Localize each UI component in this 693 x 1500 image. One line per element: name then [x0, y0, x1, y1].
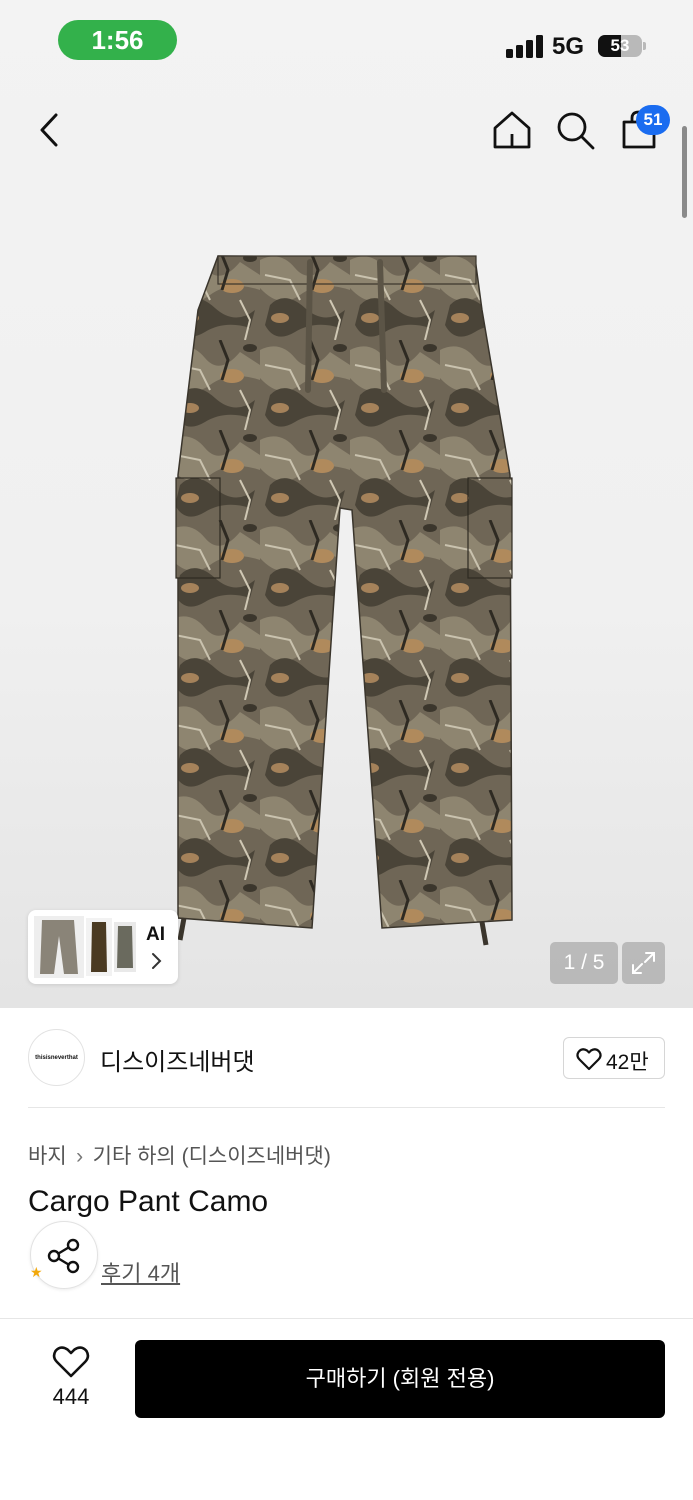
bottom-bar-divider	[0, 1318, 693, 1319]
breadcrumb-subcategory[interactable]: 기타 하의 (디스이즈네버댓)	[93, 1145, 331, 1168]
product-title: Cargo Pant Camo	[28, 1185, 269, 1218]
breadcrumb-category[interactable]: 바지	[28, 1145, 67, 1168]
image-page-counter: 1 / 5	[550, 942, 618, 984]
home-icon[interactable]	[490, 108, 534, 152]
signal-icon	[506, 34, 544, 58]
ai-thumbnails	[34, 916, 138, 978]
brand-like-count: 42만	[606, 1051, 649, 1074]
heart-icon	[576, 1048, 602, 1071]
network-label: 5G	[552, 33, 585, 60]
search-icon[interactable]	[553, 108, 597, 152]
star-icon: ★	[30, 1264, 43, 1280]
chevron-right-icon	[149, 952, 163, 970]
battery-icon: 53	[598, 35, 642, 57]
like-count: 444	[52, 1384, 90, 1409]
ai-recommendation-card[interactable]: AI	[28, 910, 178, 984]
scrollbar[interactable]	[682, 126, 687, 218]
battery-nub	[643, 42, 646, 50]
divider	[28, 1107, 665, 1108]
brand-logo[interactable]: thisisneverthat	[28, 1029, 85, 1086]
brand-name[interactable]: 디스이즈네버댓	[100, 1042, 255, 1077]
chevron-left-icon[interactable]	[30, 110, 70, 150]
buy-button[interactable]: 구매하기 (회원 전용)	[135, 1340, 665, 1418]
ai-label: AI	[146, 924, 165, 945]
brand-like-button[interactable]: 42만	[563, 1037, 665, 1079]
battery-level: 53	[610, 36, 630, 55]
breadcrumb: 바지 › 기타 하의 (디스이즈네버댓)	[28, 1140, 331, 1170]
heart-icon[interactable]	[52, 1345, 90, 1379]
cart-count-badge: 51	[636, 105, 670, 135]
expand-icon[interactable]	[622, 942, 665, 984]
reviews-link[interactable]: 후기 4개	[101, 1256, 180, 1288]
chevron-right-icon: ›	[76, 1145, 84, 1168]
status-bar: 1:56 5G 53	[0, 0, 693, 80]
product-image[interactable]	[170, 250, 520, 950]
status-time: 1:56	[58, 20, 177, 60]
top-nav	[0, 96, 693, 166]
